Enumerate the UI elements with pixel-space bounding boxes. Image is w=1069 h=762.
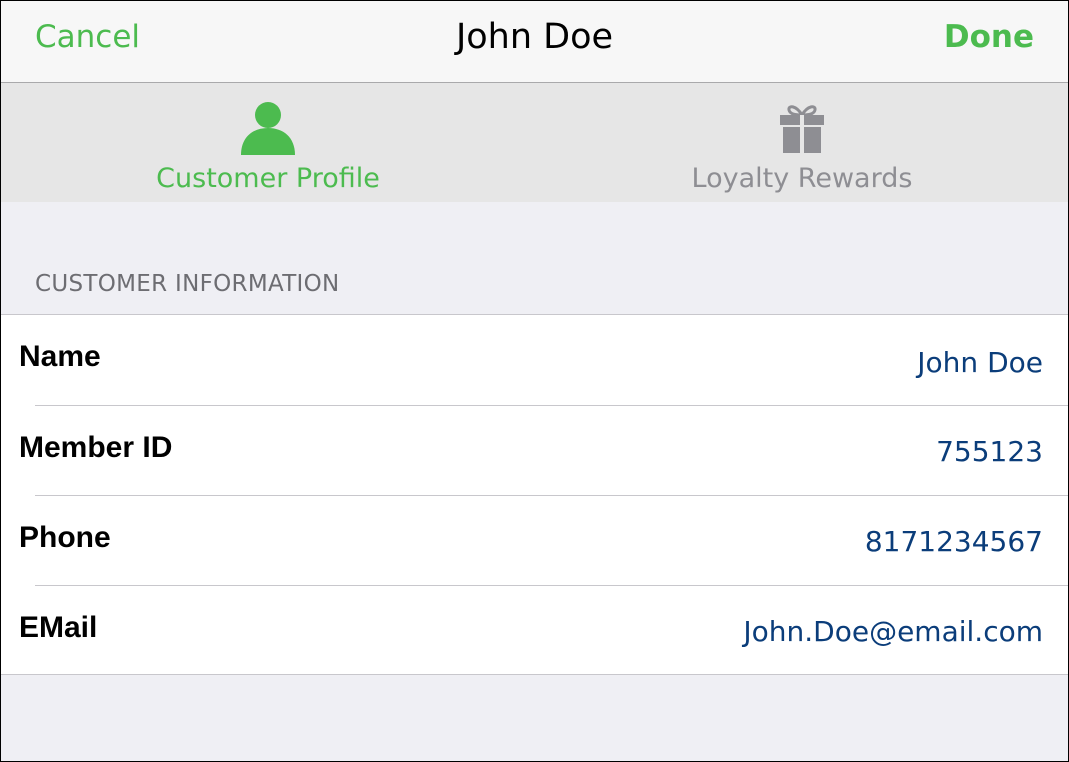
field-row-member-id[interactable]: Member ID 755123 [1,404,1068,494]
tab-label: Loyalty Rewards [691,163,913,194]
field-label: Phone [19,521,111,554]
navigation-bar: Cancel John Doe Done [1,1,1068,83]
tab-loyalty-rewards[interactable]: Loyalty Rewards [535,83,1068,202]
segmented-tabs: Customer Profile Loyalty Rewards [1,83,1068,202]
field-row-email[interactable]: EMail John.Doe@email.com [1,584,1068,674]
section-header: CUSTOMER INFORMATION [35,271,340,297]
page-title: John Doe [455,17,614,57]
tab-customer-profile[interactable]: Customer Profile [1,83,535,202]
tab-label: Customer Profile [156,163,380,194]
field-row-phone[interactable]: Phone 8171234567 [1,494,1068,584]
customer-info-table: Name John Doe Member ID 755123 Phone 817… [1,314,1068,675]
person-icon [241,102,295,155]
field-label: Name [19,340,101,373]
field-label: EMail [19,611,98,644]
name-value[interactable]: John Doe [917,346,1043,379]
phone-value[interactable]: 8171234567 [865,525,1043,558]
done-button[interactable]: Done [944,19,1034,55]
field-row-name[interactable]: Name John Doe [1,315,1068,404]
email-value[interactable]: John.Doe@email.com [743,615,1043,648]
row-divider [35,495,1068,496]
field-label: Member ID [19,431,173,464]
row-divider [35,585,1068,586]
gift-icon [780,105,824,153]
app-window: Cancel John Doe Done Customer Profile Lo… [0,0,1069,762]
row-divider [35,405,1068,406]
member-id-value[interactable]: 755123 [936,435,1043,468]
